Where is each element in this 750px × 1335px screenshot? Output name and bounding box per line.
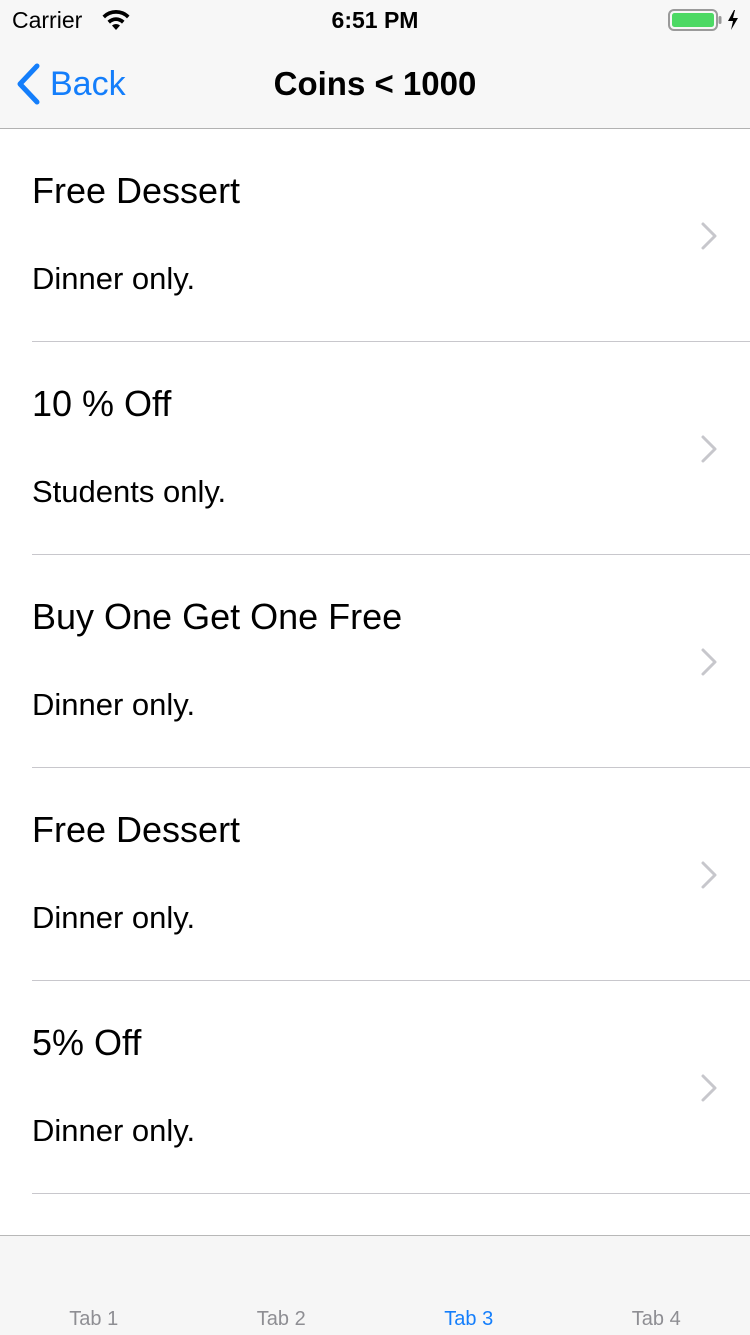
offer-list: Free Dessert Dinner only. 10 % Off Stude… [0,129,750,1194]
item-subtitle: Dinner only. [32,900,195,936]
tab-4[interactable]: Tab 4 [563,1236,750,1335]
chevron-right-icon [700,860,718,890]
status-bar: Carrier 6:51 PM [0,0,750,40]
list-item[interactable]: 5% Off Dinner only. [0,981,750,1194]
item-subtitle: Dinner only. [32,261,195,297]
chevron-right-icon [700,1073,718,1103]
status-time: 6:51 PM [0,6,750,34]
item-subtitle: Students only. [32,474,226,510]
battery-charging-icon [668,8,744,32]
tab-bar: Tab 1 Tab 2 Tab 3 Tab 4 [0,1235,750,1335]
tab-1[interactable]: Tab 1 [0,1236,188,1335]
list-item[interactable]: Free Dessert Dinner only. [0,768,750,981]
tab-3[interactable]: Tab 3 [375,1236,563,1335]
tab-label: Tab 3 [375,1307,563,1331]
list-item[interactable]: 10 % Off Students only. [0,342,750,555]
chevron-right-icon [700,647,718,677]
chevron-right-icon [700,434,718,464]
navigation-bar: Back Coins < 1000 [0,40,750,129]
tab-2[interactable]: Tab 2 [188,1236,376,1335]
tab-label: Tab 2 [188,1307,376,1331]
item-title: 5% Off [32,1021,141,1065]
item-title: 10 % Off [32,382,171,426]
item-title: Free Dessert [32,808,240,852]
tab-label: Tab 4 [563,1307,750,1331]
list-item[interactable]: Buy One Get One Free Dinner only. [0,555,750,768]
tab-label: Tab 1 [0,1307,188,1331]
item-subtitle: Dinner only. [32,687,195,723]
item-title: Free Dessert [32,169,240,213]
list-item[interactable]: Free Dessert Dinner only. [0,129,750,342]
item-title: Buy One Get One Free [32,595,402,639]
page-title: Coins < 1000 [0,64,750,104]
chevron-right-icon [700,221,718,251]
item-subtitle: Dinner only. [32,1113,195,1149]
